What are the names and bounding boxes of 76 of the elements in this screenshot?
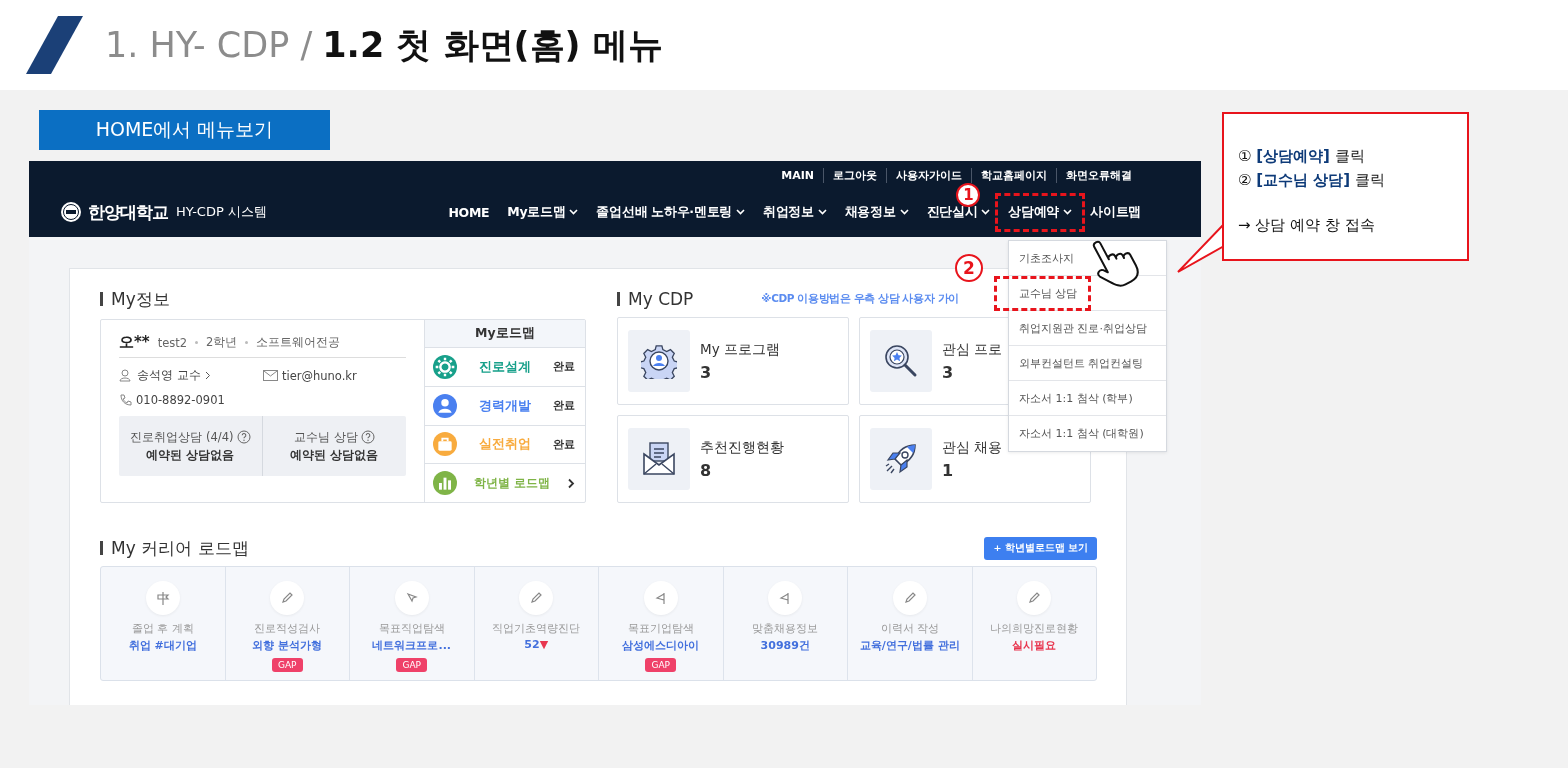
user-id: test2: [157, 335, 188, 350]
nav-menu-item[interactable]: 사이트맵: [1090, 203, 1141, 221]
counsel-title: 교수님 상담: [293, 429, 358, 445]
dropdown-item[interactable]: 취업지원관 진로·취업상담: [1019, 320, 1147, 336]
gap-badge: GAP: [645, 658, 677, 672]
nav-menu-item[interactable]: 취업정보: [762, 203, 827, 221]
nav-menu-item[interactable]: HOME: [448, 204, 490, 220]
dropdown-item[interactable]: 외부컨설턴트 취업컨설팅: [1019, 355, 1144, 371]
section-heading: My CDP: [628, 289, 694, 309]
card-value: 8: [700, 460, 713, 480]
counsel-title: 진로취업상담 (4/4): [130, 429, 234, 445]
roadmap-heading: My로드맵: [424, 320, 585, 348]
card-label: My 프로그램: [700, 340, 780, 359]
card-value: 3: [700, 362, 713, 382]
email-text: tier@huno.kr: [282, 368, 357, 383]
nav-menu-item[interactable]: 채용정보: [844, 203, 909, 221]
dropdown-item[interactable]: 자소서 1:1 첨삭 (대학원): [1019, 426, 1144, 441]
user-name: 오**: [119, 333, 150, 352]
step-value[interactable]: 취업 #대기업: [128, 638, 197, 653]
dropdown-item[interactable]: 기초조사지: [1019, 250, 1074, 266]
card-label: 관심 프로: [942, 340, 1003, 359]
step-title: 맞춤채용정보: [752, 621, 819, 636]
section-label: HOME에서 메뉴보기: [39, 110, 330, 150]
system-name: HY-CDP 시스템: [176, 203, 267, 221]
top-link[interactable]: MAIN: [772, 168, 823, 182]
section-heading: My 커리어 로드맵: [111, 536, 249, 560]
card-label: 추천진행현황: [700, 438, 784, 457]
step-title: 나의희망진로현황: [990, 621, 1079, 636]
step-value[interactable]: 네트워크프로...: [372, 638, 451, 653]
user-grade: 2학년: [206, 335, 238, 350]
step-number: 1: [956, 182, 981, 207]
page-title: 1.2 첫 화면(홈) 메뉴: [322, 23, 663, 67]
dropdown-item[interactable]: 자소서 1:1 첨삭 (학부): [1019, 390, 1133, 406]
step-title: 목표기업탐색: [627, 621, 694, 636]
section-heading: My정보: [111, 287, 170, 311]
step-value[interactable]: 교육/연구/법률 관리: [859, 638, 960, 653]
step-title: 목표직업탐색: [378, 621, 445, 636]
advisor-name[interactable]: 송석영 교수: [137, 368, 201, 383]
step-title: 직업기초역량진단: [492, 621, 581, 636]
card-value: 3: [942, 362, 955, 382]
card-value: 1: [942, 460, 955, 480]
phone-number: 010-8892-0901: [136, 393, 225, 407]
nav-menu-item[interactable]: 졸업선배 노하우·멘토링: [596, 203, 745, 221]
step-number: 2: [955, 254, 983, 282]
step-title: 졸업 후 계획: [131, 621, 194, 636]
step-value[interactable]: 삼성에스디아이: [622, 638, 700, 653]
step-value[interactable]: 외향 분석가형: [252, 638, 323, 653]
instruction-line: ① [상담예약] 클릭: [1238, 146, 1366, 167]
gap-badge: GAP: [396, 658, 428, 672]
roadmap-view-button[interactable]: + 학년별로드맵 보기: [984, 536, 1097, 560]
card-label: 관심 채용: [942, 438, 1003, 457]
nav-menu-item[interactable]: My로드맵: [507, 203, 579, 221]
result-text: → 상담 예약 창 접속: [1238, 216, 1376, 235]
section-title: 1. HY- CDP /: [105, 25, 313, 65]
status-text: 완료: [553, 359, 575, 375]
step-value[interactable]: 52▼: [524, 638, 549, 651]
nav-menu-item[interactable]: 상담예약: [995, 192, 1086, 232]
roadmap-step[interactable]: 경력개발: [464, 396, 545, 415]
top-link[interactable]: 학교홈페이지: [971, 167, 1056, 183]
status-text: 완료: [553, 398, 575, 414]
dropdown-item[interactable]: 교수님 상담: [994, 275, 1091, 311]
step-value[interactable]: 30989건: [760, 638, 810, 653]
guide-notice: ※CDP 이용방법은 우측 상담 사용자 가이: [761, 292, 959, 306]
gap-badge: GAP: [271, 658, 303, 672]
top-link[interactable]: 사용자가이드: [886, 167, 971, 183]
counsel-status: 예약된 상담없음: [290, 447, 379, 463]
instruction-line: ② [교수님 상담] 클릭: [1238, 170, 1386, 191]
university-name: 한양대학교: [88, 200, 168, 224]
status-text: 완료: [553, 436, 575, 452]
step-title: 이력서 작성: [880, 621, 939, 636]
top-link[interactable]: 로그아웃: [823, 167, 886, 183]
user-major: 소프트웨어전공: [256, 335, 341, 350]
counsel-status: 예약된 상담없음: [146, 447, 235, 463]
step-value[interactable]: 실시필요: [1012, 638, 1057, 653]
step-title: 진로적성검사: [254, 621, 321, 636]
top-link[interactable]: 화면오류해결: [1056, 167, 1141, 183]
